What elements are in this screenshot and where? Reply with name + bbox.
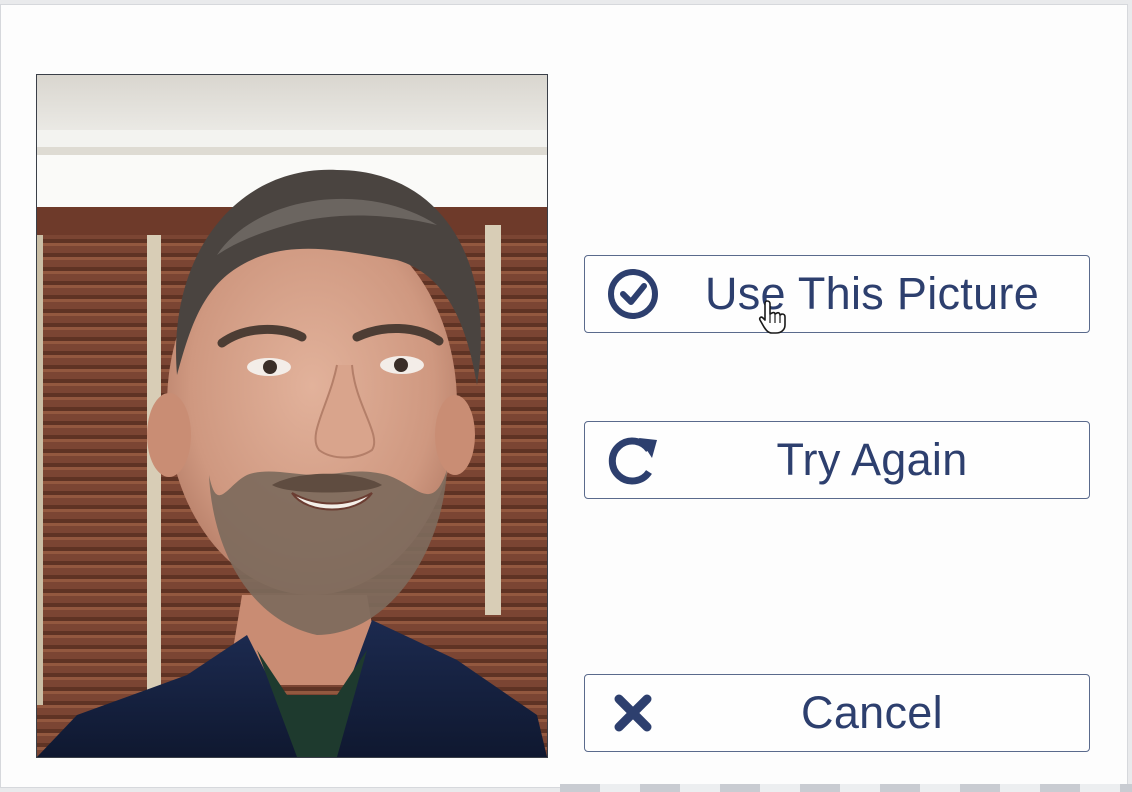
captured-photo xyxy=(36,74,548,758)
take-picture-dialog: Use This Picture Try Again Cancel xyxy=(0,4,1128,788)
try-again-label: Try Again xyxy=(776,434,968,485)
try-again-button[interactable]: Try Again xyxy=(584,421,1090,499)
cancel-button[interactable]: Cancel xyxy=(584,674,1090,752)
refresh-icon xyxy=(605,432,661,488)
check-circle-icon xyxy=(605,266,661,322)
close-icon xyxy=(605,685,661,741)
use-this-picture-button[interactable]: Use This Picture xyxy=(584,255,1090,333)
use-this-picture-label: Use This Picture xyxy=(704,268,1040,319)
background-strip xyxy=(560,784,1132,792)
cancel-label: Cancel xyxy=(801,687,943,738)
photo-image xyxy=(37,75,547,757)
